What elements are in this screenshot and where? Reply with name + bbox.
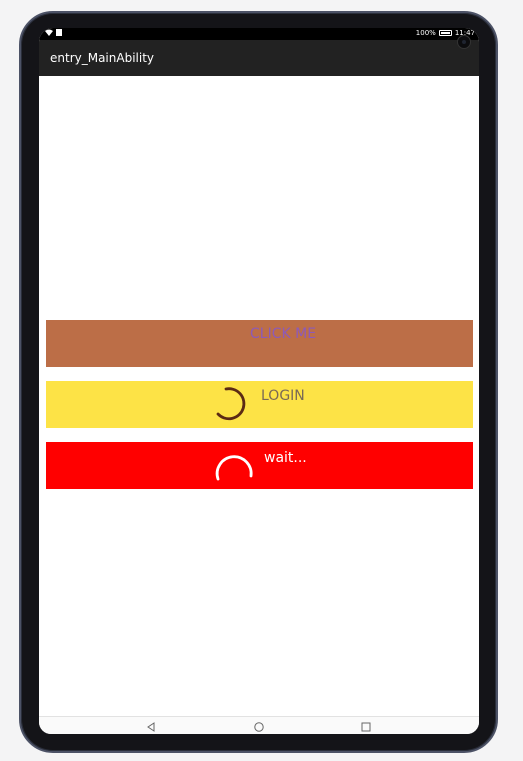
login-button[interactable]: LOGIN: [46, 381, 473, 428]
wait-label: wait...: [264, 450, 307, 466]
device-screen: 100% 11:47 entry_MainAbility CLICK ME LO…: [39, 28, 479, 734]
status-bar: 100% 11:47: [39, 28, 479, 40]
home-circle-icon[interactable]: [253, 718, 265, 734]
click-me-label: CLICK ME: [250, 326, 317, 342]
app-title-bar: entry_MainAbility: [39, 40, 479, 76]
wait-button[interactable]: wait...: [46, 442, 473, 489]
loading-spinner-icon: [215, 455, 253, 481]
wifi-icon: [45, 29, 53, 38]
sim-icon: [56, 29, 62, 38]
camera-icon: [457, 35, 471, 49]
status-left: [45, 29, 62, 38]
login-label: LOGIN: [261, 388, 305, 404]
battery-percent: 100%: [415, 29, 436, 37]
back-triangle-icon[interactable]: [145, 718, 157, 734]
loading-spinner-icon: [216, 387, 246, 421]
system-nav-bar: [39, 716, 479, 734]
app-title: entry_MainAbility: [50, 51, 155, 65]
click-me-button[interactable]: CLICK ME: [46, 320, 473, 367]
battery-icon: [438, 30, 452, 36]
recent-square-icon[interactable]: [360, 718, 372, 734]
